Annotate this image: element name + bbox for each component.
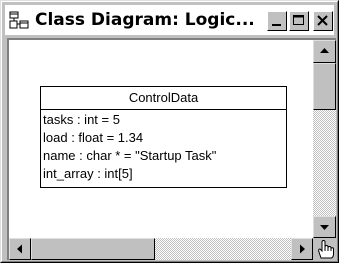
attribute-item: load : float = 1.34 [43, 130, 144, 145]
horizontal-scroll-thumb[interactable] [31, 238, 155, 260]
minimize-button[interactable] [267, 11, 287, 31]
maximize-button[interactable] [289, 11, 309, 31]
diagram-canvas[interactable]: ControlData tasks : int = 5 load : float… [9, 40, 313, 238]
hand-cursor-icon [318, 239, 334, 259]
arrow-left-icon [17, 244, 22, 254]
arrow-down-icon [320, 225, 329, 230]
window-frame: Class Diagram: Logic... ControlData task… [1, 1, 338, 262]
attribute-item: name : char * = "Startup Task" [43, 148, 217, 163]
attribute-item: tasks : int = 5 [43, 112, 120, 127]
title-bar[interactable]: Class Diagram: Logic... [5, 5, 334, 35]
size-grip[interactable] [313, 238, 336, 260]
class-diagram-window: Class Diagram: Logic... ControlData task… [0, 0, 339, 263]
scroll-up-button[interactable] [313, 40, 336, 63]
minimize-icon [272, 24, 281, 26]
vertical-scrollbar[interactable] [313, 40, 336, 238]
maximize-icon [293, 15, 304, 25]
close-button[interactable] [313, 11, 333, 31]
vertical-scroll-thumb[interactable] [313, 63, 336, 110]
class-diagram-icon[interactable] [9, 11, 29, 29]
diagram-client-area: ControlData tasks : int = 5 load : float… [7, 38, 336, 260]
attribute-list: tasks : int = 5 load : float = 1.34 name… [41, 110, 286, 183]
class-name: ControlData [41, 87, 286, 110]
horizontal-scrollbar[interactable] [9, 238, 313, 260]
scroll-left-button[interactable] [9, 238, 31, 260]
window-title: Class Diagram: Logic... [35, 10, 255, 30]
close-icon [317, 15, 328, 26]
class-box-controldata[interactable]: ControlData tasks : int = 5 load : float… [40, 86, 287, 188]
arrow-right-icon [300, 244, 305, 254]
arrow-up-icon [320, 48, 329, 53]
scroll-down-button[interactable] [313, 216, 336, 238]
scroll-right-button[interactable] [291, 238, 313, 260]
attribute-item: int_array : int[5] [43, 166, 133, 181]
